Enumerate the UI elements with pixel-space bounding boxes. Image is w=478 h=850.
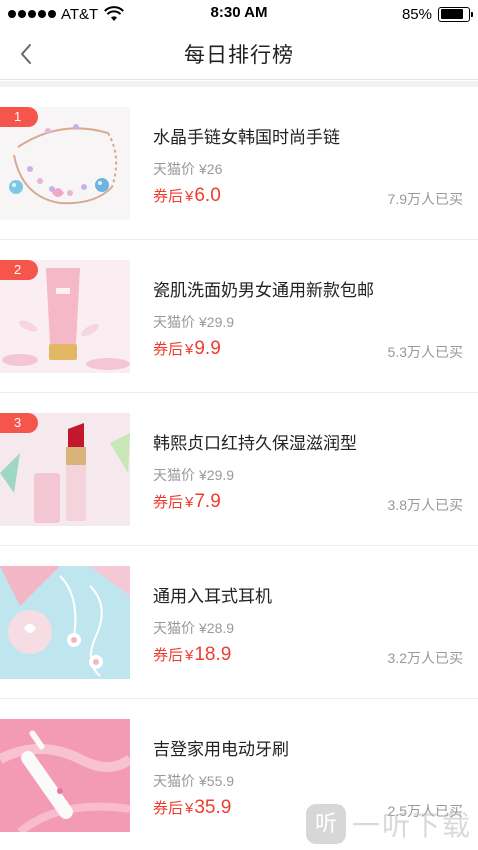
coupon-price: 券后 ¥7.9 <box>153 491 221 513</box>
original-price-value: 55.9 <box>206 773 235 789</box>
sold-count: 3.8万人已买 <box>387 497 463 513</box>
original-price-value: 29.9 <box>206 467 235 483</box>
original-price: 天猫价 ¥29.9 <box>153 312 234 332</box>
currency-symbol: ¥ <box>185 188 194 205</box>
coupon-price-label: 券后 <box>153 341 184 358</box>
sold-count: 7.9万人已买 <box>387 191 463 207</box>
status-bar: AT&T 8:30 AM 85% <box>0 0 478 28</box>
product-image-toothbrush <box>0 719 130 832</box>
back-button[interactable] <box>8 36 44 72</box>
product-title: 韩熙贞口红持久保湿滋润型 <box>153 434 357 453</box>
product-item[interactable]: 3 韩熙贞口红持久保湿滋润型 天猫价 ¥29.9 券后 ¥7.9 3.8万人已买 <box>0 393 478 546</box>
product-title: 吉登家用电动牙刷 <box>153 740 289 759</box>
currency-symbol: ¥ <box>185 647 194 664</box>
rank-badge: 1 <box>0 107 38 127</box>
original-price-label: 天猫价 <box>153 467 195 483</box>
sold-count: 3.2万人已买 <box>387 650 463 666</box>
battery-icon <box>438 6 473 22</box>
coupon-price-label: 券后 <box>153 188 184 205</box>
nav-bar: 每日排行榜 <box>0 28 478 80</box>
coupon-price-value: 9.9 <box>194 338 221 359</box>
coupon-price-label: 券后 <box>153 800 184 817</box>
coupon-price: 券后 ¥18.9 <box>153 644 231 666</box>
page-title: 每日排行榜 <box>184 43 294 67</box>
original-price-label: 天猫价 <box>153 620 195 636</box>
signal-strength-icon <box>8 10 56 18</box>
original-price-value: 26 <box>206 161 223 177</box>
coupon-price: 券后 ¥6.0 <box>153 185 221 207</box>
currency-symbol: ¥ <box>199 467 207 483</box>
original-price: 天猫价 ¥28.9 <box>153 618 234 638</box>
currency-symbol: ¥ <box>199 620 207 636</box>
currency-symbol: ¥ <box>199 161 207 177</box>
product-item[interactable]: 通用入耳式耳机 天猫价 ¥28.9 券后 ¥18.9 3.2万人已买 <box>0 546 478 699</box>
coupon-price-value: 35.9 <box>194 797 232 818</box>
currency-symbol: ¥ <box>185 341 194 358</box>
currency-symbol: ¥ <box>185 494 194 511</box>
sold-count: 5.3万人已买 <box>387 344 463 360</box>
product-item[interactable]: 1 水晶手链女韩国时尚手链 天猫价 ¥26 券后 ¥6.0 7.9万人已买 <box>0 87 478 240</box>
product-image-earphones <box>0 566 130 679</box>
coupon-price-label: 券后 <box>153 494 184 511</box>
currency-symbol: ¥ <box>185 800 194 817</box>
coupon-price-value: 6.0 <box>194 185 221 206</box>
coupon-price-value: 18.9 <box>194 644 232 665</box>
battery-fill <box>440 9 464 19</box>
original-price: 天猫价 ¥55.9 <box>153 771 234 791</box>
original-price: 天猫价 ¥29.9 <box>153 465 234 485</box>
carrier-name: AT&T <box>61 5 99 23</box>
product-item[interactable]: 2 瓷肌洗面奶男女通用新款包邮 天猫价 ¥29.9 券后 ¥9.9 5.3万人已买 <box>0 240 478 393</box>
product-title: 通用入耳式耳机 <box>153 587 272 606</box>
chevron-left-icon <box>21 44 31 64</box>
original-price-value: 28.9 <box>206 620 235 636</box>
wifi-icon <box>104 6 125 21</box>
coupon-price: 券后 ¥9.9 <box>153 338 221 360</box>
rank-badge: 2 <box>0 260 38 280</box>
watermark-logo: 听 <box>305 804 346 844</box>
original-price-value: 29.9 <box>206 314 235 330</box>
coupon-price-label: 券后 <box>153 647 184 664</box>
coupon-price: 券后 ¥35.9 <box>153 797 231 819</box>
watermark: 听 一听下载 <box>305 804 472 844</box>
currency-symbol: ¥ <box>199 773 207 789</box>
original-price-label: 天猫价 <box>153 161 195 177</box>
product-title: 瓷肌洗面奶男女通用新款包邮 <box>153 281 374 300</box>
battery-percent: 85% <box>401 5 432 23</box>
watermark-text: 一听下载 <box>351 810 472 841</box>
product-list: 1 水晶手链女韩国时尚手链 天猫价 ¥26 券后 ¥6.0 7.9万人已买 2 瓷肌… <box>0 87 478 850</box>
rank-badge: 3 <box>0 413 38 433</box>
product-title: 水晶手链女韩国时尚手链 <box>153 128 340 147</box>
original-price: 天猫价 ¥26 <box>153 159 222 179</box>
original-price-label: 天猫价 <box>153 314 195 330</box>
coupon-price-value: 7.9 <box>194 491 221 512</box>
currency-symbol: ¥ <box>199 314 207 330</box>
status-left: AT&T <box>8 4 125 24</box>
status-right: 85% <box>401 4 473 24</box>
original-price-label: 天猫价 <box>153 773 195 789</box>
